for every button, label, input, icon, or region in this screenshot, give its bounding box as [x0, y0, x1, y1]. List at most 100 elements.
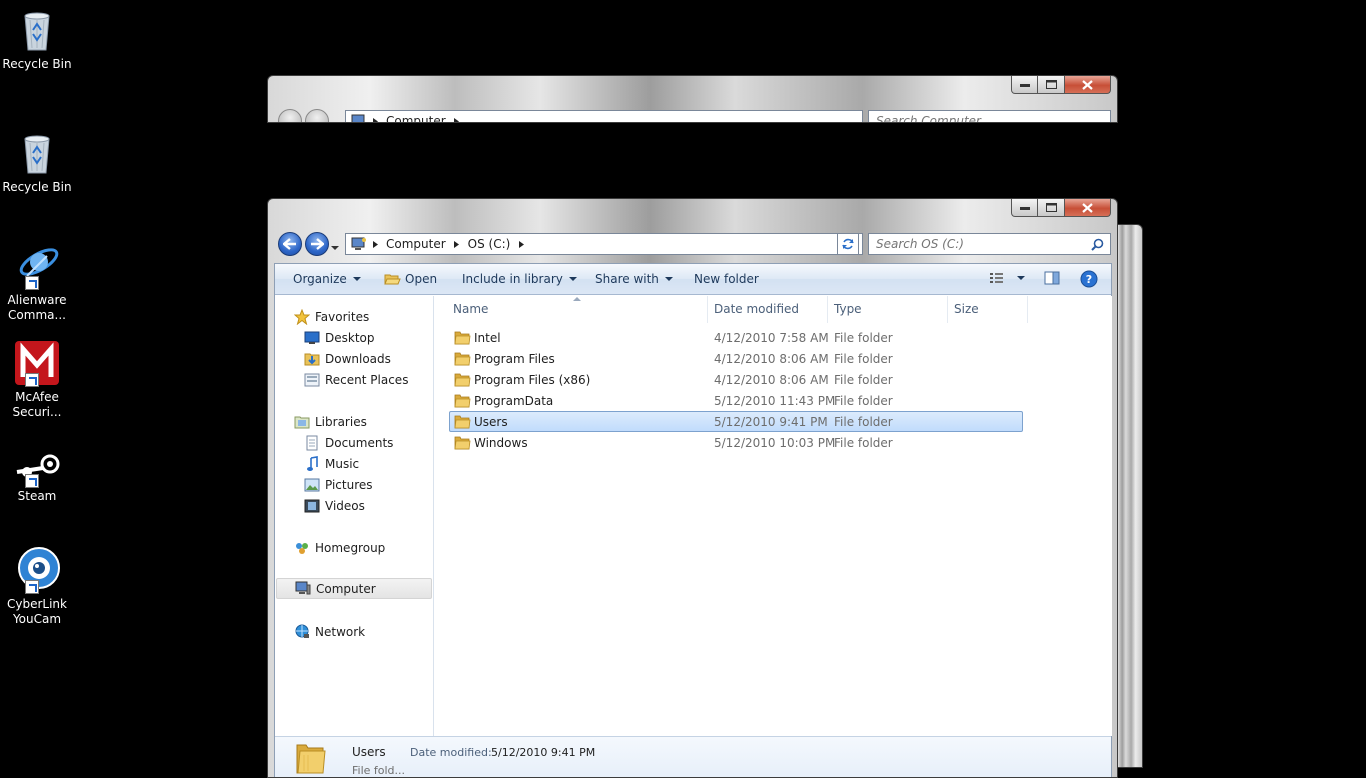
include-label: Include in library	[462, 272, 563, 286]
refresh-button[interactable]	[837, 233, 859, 255]
chevron-down-icon	[1017, 276, 1025, 280]
maximize-button[interactable]	[1038, 199, 1065, 217]
nav-desktop[interactable]: Desktop	[303, 327, 375, 348]
desktop-icon-label: Recycle Bin	[2, 57, 72, 71]
help-button[interactable]: ?	[1080, 270, 1098, 288]
open-folder-icon	[384, 274, 401, 285]
desktop-icon-label: Alienware Comma...	[7, 293, 67, 322]
share-with-button[interactable]: Share with	[595, 272, 673, 286]
back-button[interactable]	[278, 109, 302, 122]
nav-downloads[interactable]: Downloads	[303, 348, 391, 369]
column-label: Name	[453, 302, 489, 316]
desktop-icon-label: Recycle Bin	[2, 180, 72, 194]
recycle-bin-icon	[13, 6, 61, 54]
star-icon	[293, 308, 311, 325]
caption-buttons	[1011, 199, 1111, 218]
videos-icon	[303, 498, 321, 514]
breadcrumb-os-c[interactable]: OS (C:)	[464, 237, 515, 251]
file-name: Users	[474, 415, 508, 429]
view-list-icon	[990, 273, 1003, 283]
file-date: 4/12/2010 8:06 AM	[714, 352, 829, 366]
close-button[interactable]	[1065, 76, 1111, 94]
recent-pages-dropdown[interactable]	[331, 241, 339, 250]
folder-icon	[296, 744, 326, 774]
homegroup-icon	[293, 540, 311, 556]
organize-button[interactable]: Organize	[293, 272, 361, 286]
breadcrumb-computer[interactable]: Computer	[382, 114, 450, 122]
desktop-icon-youcam[interactable]: CyberLink YouCam	[0, 546, 74, 627]
file-row[interactable]: Windows 5/12/2010 10:03 PM File folder	[449, 432, 1023, 453]
nav-computer[interactable]: Computer	[276, 578, 432, 599]
desktop-icon-alienware[interactable]: Alienware Comma...	[0, 242, 74, 323]
sort-ascending-icon	[573, 297, 581, 301]
breadcrumb-computer[interactable]: Computer	[382, 237, 450, 251]
column-label: Size	[954, 302, 979, 316]
nav-homegroup[interactable]: Homegroup	[293, 537, 385, 558]
youcam-icon	[13, 546, 61, 594]
alienware-icon	[13, 242, 61, 290]
computer-icon	[351, 114, 365, 122]
open-button[interactable]: Open	[384, 272, 437, 286]
back-button[interactable]	[278, 232, 302, 256]
desktop-icon-recycle-bin[interactable]: Recycle Bin	[0, 6, 74, 72]
details-date-label: Date modified:	[410, 746, 492, 759]
forward-button[interactable]	[305, 109, 329, 122]
search-input[interactable]	[876, 237, 1086, 251]
open-label: Open	[405, 272, 438, 286]
breadcrumb-arrow-icon[interactable]	[450, 237, 464, 251]
file-row[interactable]: Program Files (x86) 4/12/2010 8:06 AM File…	[449, 369, 1023, 390]
folder-icon	[454, 415, 471, 429]
file-type: File folder	[834, 352, 893, 366]
maximize-icon	[1045, 203, 1057, 212]
file-row[interactable]: Program Files 4/12/2010 8:06 AM File folde…	[449, 348, 1023, 369]
change-view-button[interactable]	[989, 271, 1025, 285]
desktop-icon-recycle-bin-2[interactable]: Recycle Bin	[0, 129, 74, 195]
caption-buttons	[1011, 76, 1111, 95]
nav-music[interactable]: Music	[303, 453, 359, 474]
preview-pane-button[interactable]	[1044, 271, 1060, 285]
column-header-size[interactable]: Size	[948, 296, 1028, 323]
maximize-button[interactable]	[1038, 76, 1065, 94]
nav-recent-places[interactable]: Recent Places	[303, 369, 408, 390]
explorer-window[interactable]: Computer OS (C:) Organize	[267, 198, 1118, 778]
column-header-date[interactable]: Date modified	[708, 296, 828, 323]
new-folder-label: New folder	[694, 272, 759, 286]
address-bar[interactable]: Computer OS (C:)	[345, 233, 863, 255]
include-in-library-button[interactable]: Include in library	[462, 272, 577, 286]
nav-documents[interactable]: Documents	[303, 432, 393, 453]
nav-favorites[interactable]: Favorites	[293, 306, 369, 327]
nav-label: Downloads	[325, 351, 391, 366]
search-box[interactable]	[868, 110, 1111, 122]
search-box[interactable]	[868, 233, 1111, 255]
breadcrumb-arrow-icon[interactable]	[368, 237, 382, 251]
address-bar[interactable]: Computer	[345, 110, 863, 122]
minimize-button[interactable]	[1011, 76, 1038, 94]
explorer-window-background[interactable]: Computer	[267, 75, 1118, 123]
file-row[interactable]: Intel 4/12/2010 7:58 AM File folder	[449, 327, 1023, 348]
new-folder-button[interactable]: New folder	[694, 272, 759, 286]
column-header-type[interactable]: Type	[828, 296, 948, 323]
file-row[interactable]: ProgramData 5/12/2010 11:43 PM File folder	[449, 390, 1023, 411]
nav-pictures[interactable]: Pictures	[303, 474, 373, 495]
desktop-icon-steam[interactable]: Steam	[0, 452, 74, 504]
nav-videos[interactable]: Videos	[303, 495, 365, 516]
file-name: Program Files (x86)	[474, 373, 591, 387]
minimize-button[interactable]	[1011, 199, 1038, 217]
column-header-name[interactable]: Name	[435, 296, 708, 323]
file-row[interactable]: Users 5/12/2010 9:41 PM File folder	[449, 411, 1023, 432]
close-button[interactable]	[1065, 199, 1111, 217]
search-input[interactable]	[876, 114, 1086, 122]
breadcrumb-arrow-icon[interactable]	[514, 237, 528, 251]
chevron-down-icon	[664, 277, 673, 281]
nav-libraries[interactable]: Libraries	[293, 411, 367, 432]
pictures-icon	[303, 477, 321, 493]
folder-icon	[454, 394, 471, 408]
shortcut-arrow-icon	[25, 474, 39, 488]
preview-pane-icon	[1044, 271, 1060, 285]
desktop-icon-mcafee[interactable]: McAfee Securi...	[0, 339, 74, 420]
forward-button[interactable]	[305, 232, 329, 256]
nav-network[interactable]: Network	[293, 621, 365, 642]
music-icon	[303, 455, 321, 472]
nav-label: Computer	[316, 581, 376, 596]
navigation-row: Computer	[276, 109, 1111, 122]
